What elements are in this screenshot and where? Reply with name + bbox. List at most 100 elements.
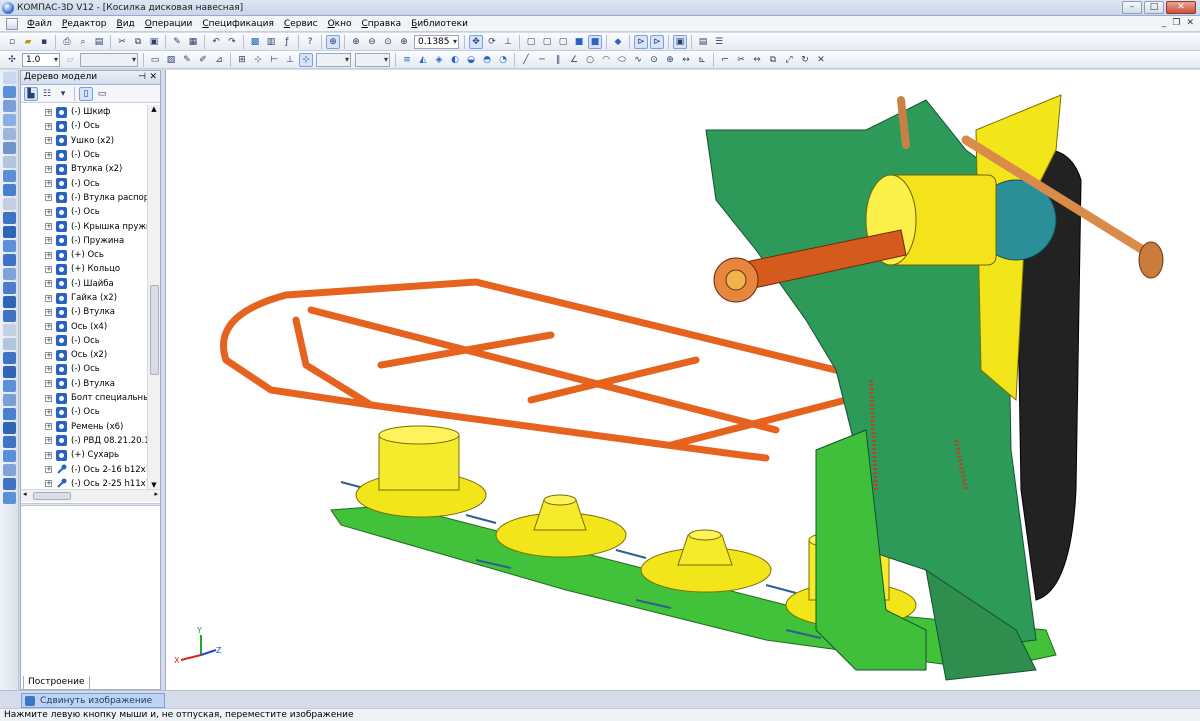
mirror-icon[interactable]: ⇔ (750, 53, 764, 67)
angle-icon[interactable]: ∠ (567, 53, 581, 67)
tree-item[interactable]: + Ушко (x2) (21, 134, 147, 148)
active-command[interactable]: Сдвинуть изображение (21, 693, 165, 708)
expand-icon[interactable]: + (45, 180, 52, 188)
tree-item[interactable]: + (-) Ось (21, 334, 147, 348)
ellipse-icon[interactable]: ⬭ (615, 53, 629, 67)
editing-tool-icon[interactable] (3, 72, 16, 84)
properties-icon[interactable]: ▤ (92, 35, 106, 49)
tree-item[interactable]: + (-) Ось 2-16 b12x1 (21, 462, 147, 476)
measure-icon[interactable]: ▤ (696, 35, 710, 49)
thread-icon[interactable] (3, 338, 16, 350)
measure-tool-icon[interactable] (3, 156, 16, 168)
menu-file[interactable]: Файл (22, 19, 57, 29)
shaded-icon[interactable]: ■ (588, 34, 602, 49)
ruler-icon[interactable]: ⊿ (212, 53, 226, 67)
rotate-geom-icon[interactable]: ↻ (798, 53, 812, 67)
intersect-icon[interactable] (3, 450, 16, 462)
rotate-icon[interactable]: ⟳ (485, 35, 499, 49)
cut-icon[interactable]: ✂ (115, 35, 129, 49)
grid-icon[interactable]: ⊞ (235, 53, 249, 67)
tree-vertical-scrollbar[interactable]: ▲ ▼ (147, 105, 160, 489)
tree-item[interactable]: + (-) Ось (21, 205, 147, 219)
tree-item[interactable]: + (-) Шайба (21, 277, 147, 291)
menu-view[interactable]: Вид (112, 19, 140, 29)
expand-icon[interactable]: + (45, 223, 52, 231)
chamfer-icon[interactable]: ⌐ (718, 53, 732, 67)
zoom-combo[interactable]: 0.1385 (414, 34, 459, 49)
step-icon[interactable]: ✣ (5, 53, 19, 67)
expand-icon[interactable]: + (45, 165, 52, 173)
specification-tool-icon[interactable] (3, 184, 16, 196)
tree-item[interactable]: + (-) Шкиф (21, 105, 147, 119)
line-icon[interactable]: ╱ (519, 53, 533, 67)
print-icon[interactable]: ⎙ (60, 35, 74, 49)
redo-icon[interactable]: ↷ (225, 35, 239, 49)
close-icon[interactable]: ✕ (1166, 1, 1196, 14)
surfaces-icon[interactable] (3, 114, 16, 126)
constraint-icon[interactable]: ⊾ (695, 53, 709, 67)
sweep-icon[interactable]: ◐ (448, 53, 462, 67)
rib-icon[interactable] (3, 380, 16, 392)
ortho-icon[interactable]: ⊥ (283, 53, 297, 67)
expand-icon[interactable]: + (45, 451, 52, 459)
dimension-icon[interactable]: ↔ (679, 53, 693, 67)
panel-splitter[interactable] (21, 503, 160, 506)
revolve-icon[interactable]: ◈ (432, 53, 446, 67)
format-icon[interactable]: ✎ (170, 35, 184, 49)
expand-icon[interactable]: + (45, 194, 52, 202)
tree-item[interactable]: + (-) РВД 08.21.20.18 (21, 434, 147, 448)
part-edit-icon[interactable]: ▨ (164, 53, 178, 67)
new-document-icon[interactable]: ▫ (5, 35, 19, 49)
expand-icon[interactable]: + (45, 237, 52, 245)
menu-editor[interactable]: Редактор (57, 19, 112, 29)
elements-icon[interactable] (3, 212, 16, 224)
halftone-icon[interactable]: ■ (572, 35, 586, 49)
expand-icon[interactable]: + (45, 380, 52, 388)
expand-icon[interactable]: + (45, 394, 52, 402)
zoom-icon[interactable]: ⊕ (397, 35, 411, 49)
loft-icon[interactable]: ◒ (464, 53, 478, 67)
mates-icon[interactable] (3, 240, 16, 252)
plane-icon[interactable]: ≡ (400, 53, 414, 67)
tree-item[interactable]: + (-) Ось (21, 362, 147, 376)
pan-icon[interactable]: ✥ (469, 34, 483, 49)
shell-icon[interactable] (3, 366, 16, 378)
menu-operations[interactable]: Операции (140, 19, 198, 29)
tree-item[interactable]: + Ремень (x6) (21, 420, 147, 434)
tree-item[interactable]: + Ось (x2) (21, 348, 147, 362)
tree-item[interactable]: + Болт специальны (21, 391, 147, 405)
scroll-up-icon[interactable]: ▲ (148, 105, 160, 113)
tree-relations-icon[interactable]: ▯ (79, 86, 93, 101)
menu-window[interactable]: Окно (323, 19, 357, 29)
tree-item[interactable]: + (+) Ось (21, 248, 147, 262)
copy-icon[interactable]: ⧉ (131, 35, 145, 49)
perspective-icon[interactable]: ◆ (611, 35, 625, 49)
spatial-curves-icon[interactable] (3, 100, 16, 112)
copy-geom-icon[interactable]: ⧉ (766, 53, 780, 67)
snap-icon[interactable]: ⊹ (251, 53, 265, 67)
tree-item[interactable]: + (+) Кольцо (21, 262, 147, 276)
cut-extrude-icon[interactable]: ◓ (480, 53, 494, 67)
tab-construction[interactable]: Построение (23, 676, 90, 690)
scroll-right-icon[interactable]: ▸ (154, 490, 158, 498)
view-manager-icon[interactable]: ▣ (673, 34, 687, 49)
tree-item[interactable]: + (-) Пружина (21, 234, 147, 248)
trim-icon[interactable]: ✂ (734, 53, 748, 67)
menu-help[interactable]: Справка (357, 19, 407, 29)
menu-specification[interactable]: Спецификация (197, 19, 279, 29)
curve-icon[interactable]: ∿ (631, 53, 645, 67)
expand-icon[interactable]: + (45, 265, 52, 273)
doc-restore-icon[interactable]: ❐ (1172, 18, 1180, 28)
expand-icon[interactable]: + (45, 308, 52, 316)
pattern-icon[interactable] (3, 422, 16, 434)
expand-icon[interactable]: + (45, 208, 52, 216)
function-icon[interactable]: ƒ (280, 35, 294, 49)
close-panel-icon[interactable]: ✕ (149, 71, 157, 84)
scroll-left-icon[interactable]: ◂ (23, 490, 27, 498)
open-folder-icon[interactable]: ▰ (21, 35, 35, 49)
sketch-icon[interactable]: ▭ (148, 53, 162, 67)
filter-icon[interactable]: ⊳ (634, 34, 648, 49)
wireframe-icon[interactable]: ▢ (524, 35, 538, 49)
expand-icon[interactable]: + (45, 351, 52, 359)
tree-item[interactable]: + (-) Втулка распор (21, 191, 147, 205)
